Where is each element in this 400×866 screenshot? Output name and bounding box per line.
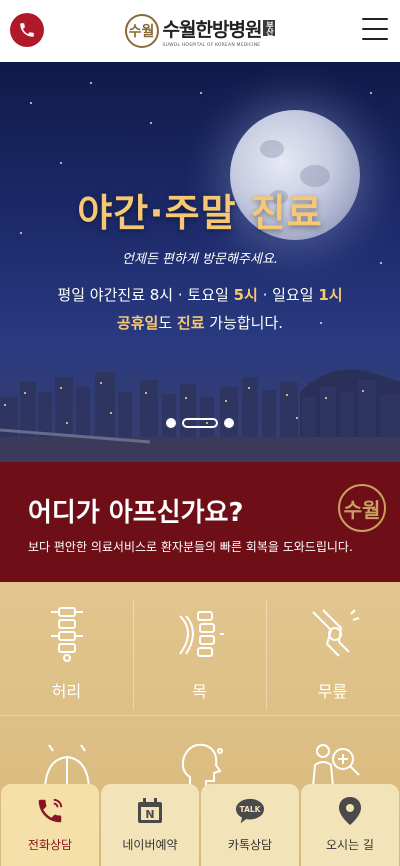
holiday-text: 도 [158,314,177,332]
city-skyline [0,369,400,462]
nav-phone-consult[interactable]: 전화상담 [1,784,99,866]
hours-sunday: 1시 [318,286,343,304]
hours-saturday: 5시 [233,286,258,304]
holiday-text: 가능합니다. [204,314,284,332]
part-label: 허리 [51,682,82,701]
svg-text:N: N [145,808,154,821]
spine-icon [50,607,83,662]
star [200,92,202,94]
phone-icon [20,23,34,37]
pain-title: 어디가 아프신가요? [28,498,244,528]
hero-subtitle: 언제든 편하게 방문해주세요. [122,252,278,267]
nav-kakaotalk-consult[interactable]: TALK 카톡상담 [201,784,299,866]
neck-icon [178,611,224,657]
header: 수월 수월한방병원 부산 SUWOL HOSPITAL OF KOREAN ME… [0,0,400,62]
part-label: 목 [192,682,207,701]
menu-line [362,38,388,40]
naver-calendar-icon: N [135,796,165,826]
part-knee[interactable]: 무릎 [266,582,399,714]
star [90,82,92,84]
nav-label: 카톡상담 [227,838,273,852]
nav-label: 네이버예약 [122,838,178,852]
star [150,122,152,124]
moon-crater [260,140,284,158]
star [370,92,372,94]
kakaotalk-icon: TALK [235,796,265,826]
hours-text: 평일 야간진료 8시 · 토요일 [57,286,234,304]
logo-subtitle: SUWOL HOSPITAL OF KOREAN MEDICINE [162,42,261,48]
logo-name: 수월한방병원 부산 [163,15,276,42]
bottom-nav: 전화상담 N 네이버예약 TALK 카톡상담 오시는 길 [0,784,400,866]
knee-icon [311,609,359,657]
svg-text:TALK: TALK [240,805,262,814]
carousel-indicator [0,418,400,428]
logo[interactable]: 수월 수월한방병원 부산 SUWOL HOSPITAL OF KOREAN ME… [124,14,276,48]
hamburger-menu-button[interactable] [362,18,388,40]
pain-description: 보다 편안한 의료서비스로 환자분들의 빠른 회복을 도와드립니다. [28,540,353,554]
nav-label: 전화상담 [27,838,73,852]
hero-holiday-line: 공휴일도 진료 가능합니다. [0,312,400,333]
menu-line [362,28,388,30]
nav-label: 오시는 길 [326,838,374,852]
phone-icon [35,796,65,826]
pain-logo-mark: 수월 [338,484,386,532]
carousel-dot[interactable] [224,418,234,428]
hero-banner[interactable]: 야간·주말 진료 언제든 편하게 방문해주세요. 평일 야간진료 8시 · 토요… [0,62,400,462]
part-label: 무릎 [317,682,348,701]
hero-hours-line: 평일 야간진료 8시 · 토요일 5시 · 일요일 1시 [0,284,400,305]
logo-region-tag: 부산 [263,20,276,36]
carousel-dot[interactable] [166,418,176,428]
care-highlight: 진료 [176,314,205,332]
logo-mark: 수월 [124,14,159,48]
menu-line [362,18,388,20]
logo-name-text: 수월한방병원 [162,18,263,41]
star [60,162,62,164]
hours-text: · 일요일 [257,286,319,304]
carousel-dot-active[interactable] [182,418,218,428]
nav-directions[interactable]: 오시는 길 [301,784,399,866]
part-neck[interactable]: 목 [133,582,266,714]
pain-section: 어디가 아프신가요? 보다 편안한 의료서비스로 환자분들의 빠른 회복을 도와… [0,462,400,582]
star [30,102,32,104]
part-waist[interactable]: 허리 [0,582,133,714]
holiday-highlight: 공휴일 [116,314,159,332]
hero-title: 야간·주말 진료 [77,191,323,235]
nav-naver-reservation[interactable]: N 네이버예약 [101,784,199,866]
call-button[interactable] [10,13,44,47]
location-pin-icon [335,796,365,826]
logo-text: 수월한방병원 부산 SUWOL HOSPITAL OF KOREAN MEDIC… [163,15,276,48]
